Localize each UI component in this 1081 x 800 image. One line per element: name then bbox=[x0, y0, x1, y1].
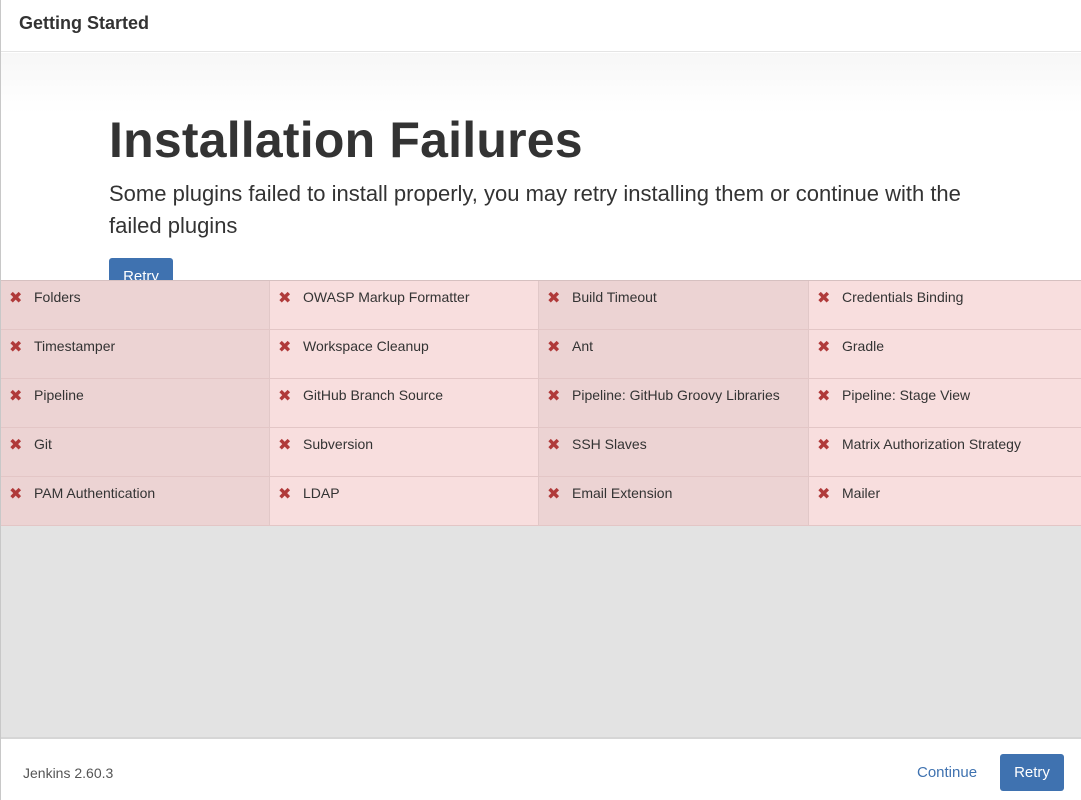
failed-x-icon: ✖ bbox=[547, 486, 561, 503]
failed-x-icon: ✖ bbox=[547, 437, 561, 454]
plugin-item: ✖ LDAP bbox=[270, 477, 539, 526]
wizard-header: Getting Started bbox=[1, 0, 1081, 52]
plugin-item: ✖ Pipeline bbox=[1, 379, 270, 428]
plugin-name: Gradle bbox=[842, 338, 885, 354]
header-title: Getting Started bbox=[19, 13, 150, 33]
failed-x-icon: ✖ bbox=[278, 437, 292, 454]
wizard-footer: Jenkins 2.60.3 Continue Retry bbox=[1, 737, 1081, 800]
plugin-item: ✖ Gradle bbox=[809, 330, 1081, 379]
plugin-item: ✖ Git bbox=[1, 428, 270, 477]
plugin-item: ✖ Pipeline: Stage View bbox=[809, 379, 1081, 428]
plugin-name: PAM Authentication bbox=[34, 485, 156, 501]
failed-x-icon: ✖ bbox=[817, 437, 831, 454]
plugin-item: ✖ PAM Authentication bbox=[1, 477, 270, 526]
plugin-name: Credentials Binding bbox=[842, 289, 964, 305]
failed-x-icon: ✖ bbox=[9, 339, 23, 356]
failed-x-icon: ✖ bbox=[817, 290, 831, 307]
failed-x-icon: ✖ bbox=[547, 388, 561, 405]
plugin-item: ✖ Subversion bbox=[270, 428, 539, 477]
failed-x-icon: ✖ bbox=[9, 437, 23, 454]
page-title: Installation Failures bbox=[109, 112, 583, 168]
failed-x-icon: ✖ bbox=[547, 339, 561, 356]
plugin-status-grid: ✖ Folders ✖ OWASP Markup Formatter ✖ Build Ti… bbox=[1, 280, 1081, 526]
hero-retry-button[interactable]: Retry bbox=[109, 258, 173, 281]
failed-x-icon: ✖ bbox=[817, 388, 831, 405]
plugin-item: ✖ GitHub Branch Source bbox=[270, 379, 539, 428]
plugin-item: ✖ Matrix Authorization Strategy bbox=[809, 428, 1081, 477]
page-subtitle: Some plugins failed to install properly,… bbox=[109, 181, 961, 238]
failed-x-icon: ✖ bbox=[278, 486, 292, 503]
failed-x-icon: ✖ bbox=[9, 290, 23, 307]
plugin-item: ✖ OWASP Markup Formatter bbox=[270, 281, 539, 330]
plugin-name: LDAP bbox=[303, 485, 340, 501]
plugin-name: GitHub Branch Source bbox=[303, 387, 444, 403]
plugin-name: Mailer bbox=[842, 485, 881, 501]
failed-x-icon: ✖ bbox=[278, 339, 292, 356]
plugin-item: ✖ Ant bbox=[539, 330, 809, 379]
plugin-name: Pipeline bbox=[34, 387, 84, 403]
failed-x-icon: ✖ bbox=[9, 486, 23, 503]
plugin-name: SSH Slaves bbox=[572, 436, 647, 452]
plugin-name: Ant bbox=[572, 338, 594, 354]
plugin-item: ✖ SSH Slaves bbox=[539, 428, 809, 477]
failed-x-icon: ✖ bbox=[547, 290, 561, 307]
plugin-name: Subversion bbox=[303, 436, 374, 452]
plugin-name: Pipeline: Stage View bbox=[842, 387, 971, 403]
plugin-item: ✖ Pipeline: GitHub Groovy Libraries bbox=[539, 379, 809, 428]
plugin-name: Folders bbox=[34, 289, 81, 305]
empty-content-area bbox=[1, 526, 1081, 737]
plugin-item: ✖ Timestamper bbox=[1, 330, 270, 379]
plugin-name: OWASP Markup Formatter bbox=[303, 289, 470, 305]
plugin-item: ✖ Email Extension bbox=[539, 477, 809, 526]
plugin-name: Timestamper bbox=[34, 338, 116, 354]
version-label: Jenkins 2.60.3 bbox=[23, 765, 114, 781]
failed-x-icon: ✖ bbox=[278, 388, 292, 405]
plugin-item: ✖ Build Timeout bbox=[539, 281, 809, 330]
continue-link[interactable]: Continue bbox=[917, 764, 977, 781]
plugin-item: ✖ Mailer bbox=[809, 477, 1081, 526]
plugin-item: ✖ Folders bbox=[1, 281, 270, 330]
failed-x-icon: ✖ bbox=[9, 388, 23, 405]
setup-wizard-window: Getting Started Installation Failures So… bbox=[0, 0, 1081, 800]
plugin-name: Email Extension bbox=[572, 485, 673, 501]
failed-x-icon: ✖ bbox=[817, 486, 831, 503]
plugin-name: Git bbox=[34, 436, 52, 452]
plugin-name: Workspace Cleanup bbox=[303, 338, 429, 354]
failed-x-icon: ✖ bbox=[278, 290, 292, 307]
failed-x-icon: ✖ bbox=[817, 339, 831, 356]
plugin-name: Pipeline: GitHub Groovy Libraries bbox=[572, 387, 780, 403]
retry-button[interactable]: Retry bbox=[1000, 754, 1064, 791]
hero-section: Installation Failures Some plugins faile… bbox=[1, 53, 1081, 281]
plugin-name: Matrix Authorization Strategy bbox=[842, 436, 1021, 452]
plugin-item: ✖ Credentials Binding bbox=[809, 281, 1081, 330]
plugin-name: Build Timeout bbox=[572, 289, 657, 305]
plugin-item: ✖ Workspace Cleanup bbox=[270, 330, 539, 379]
